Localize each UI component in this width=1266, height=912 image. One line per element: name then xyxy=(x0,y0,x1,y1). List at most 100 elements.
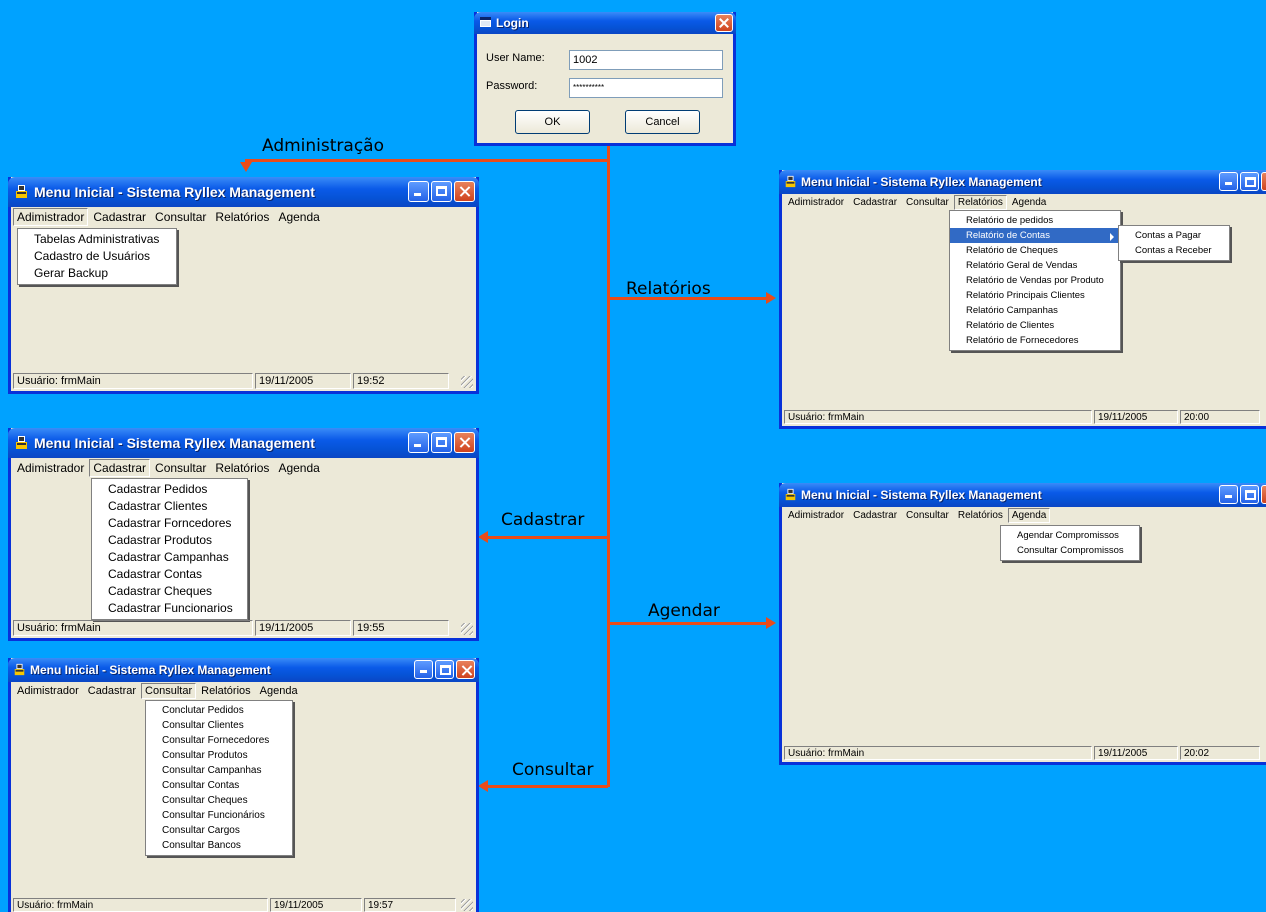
menu-cadastrar[interactable]: Cadastrar xyxy=(84,683,140,699)
menu-relatorios[interactable]: Relatórios xyxy=(197,683,255,699)
menu-cadastrar[interactable]: Cadastrar xyxy=(849,508,901,523)
menu-item[interactable]: Consultar Contas xyxy=(146,778,292,793)
menu-consultar[interactable]: Consultar xyxy=(141,682,197,699)
menu-item[interactable]: Relatório de pedidos xyxy=(950,213,1120,228)
menu-agenda[interactable]: Agenda xyxy=(274,459,323,477)
menu-item[interactable]: Cadastrar Pedidos xyxy=(92,481,247,498)
menu-agenda[interactable]: Agenda xyxy=(1008,195,1050,210)
minimize-icon[interactable] xyxy=(408,181,429,202)
menu-item[interactable]: Cadastrar Contas xyxy=(92,566,247,583)
maximize-icon[interactable] xyxy=(1240,172,1259,191)
menu-item[interactable]: Cadastrar Produtos xyxy=(92,532,247,549)
resize-grip[interactable] xyxy=(461,623,473,635)
status-user: Usuário: frmMain xyxy=(784,746,1092,760)
label-agendar: Agendar xyxy=(648,601,720,621)
menu-item[interactable]: Consultar Cheques xyxy=(146,793,292,808)
menu-item[interactable]: Conclutar Pedidos xyxy=(146,703,292,718)
minimize-icon[interactable] xyxy=(408,432,429,453)
app-icon xyxy=(785,175,796,188)
menu-item[interactable]: Relatório de Clientes xyxy=(950,318,1120,333)
menu-consultar[interactable]: Consultar xyxy=(902,508,953,523)
maximize-icon[interactable] xyxy=(435,660,454,679)
connector-consultar xyxy=(488,785,608,788)
statusbar: Usuário: frmMain 19/11/2005 20:02 xyxy=(784,746,1266,760)
close-icon[interactable] xyxy=(1261,172,1266,191)
menu-item[interactable]: Consultar Campanhas xyxy=(146,763,292,778)
maximize-icon[interactable] xyxy=(1240,485,1259,504)
menu-adimistrador[interactable]: Adimistrador xyxy=(13,683,83,699)
arrow-cadastrar xyxy=(478,531,488,543)
ok-button[interactable]: OK xyxy=(515,110,590,134)
username-field[interactable]: 1002 xyxy=(569,50,723,70)
resize-grip[interactable] xyxy=(461,899,473,911)
menu-relatorios[interactable]: Relatórios xyxy=(954,508,1007,523)
menu-item[interactable]: Relatório de Fornecedores xyxy=(950,333,1120,348)
menu-consultar[interactable]: Consultar xyxy=(151,459,210,477)
menu-item[interactable]: Consultar Clientes xyxy=(146,718,292,733)
menu-adimistrador[interactable]: Adimistrador xyxy=(784,195,848,210)
maximize-icon[interactable] xyxy=(431,432,452,453)
minimize-icon[interactable] xyxy=(1219,485,1238,504)
menu-item[interactable]: Consultar Bancos xyxy=(146,838,292,853)
menu-relatorios[interactable]: Relatórios xyxy=(211,459,273,477)
menu-cadastrar[interactable]: Cadastrar xyxy=(89,208,150,226)
menu-item[interactable]: Cadastrar Clientes xyxy=(92,498,247,515)
menu-item[interactable]: Consultar Fornecedores xyxy=(146,733,292,748)
menu-consultar[interactable]: Consultar xyxy=(151,208,210,226)
app-icon xyxy=(14,663,25,676)
resize-grip[interactable] xyxy=(461,376,473,388)
menu-item[interactable]: Cadastro de Usuários xyxy=(18,248,176,265)
password-field[interactable]: ********** xyxy=(569,78,723,98)
minimize-icon[interactable] xyxy=(414,660,433,679)
menu-item[interactable]: Relatório de Vendas por Produto xyxy=(950,273,1120,288)
close-icon[interactable] xyxy=(715,14,733,32)
menu-adimistrador[interactable]: Adimistrador xyxy=(13,459,88,477)
close-icon[interactable] xyxy=(1261,485,1266,504)
menu-item[interactable]: Consultar Cargos xyxy=(146,823,292,838)
menu-item[interactable]: Consultar Produtos xyxy=(146,748,292,763)
window-admin: Menu Inicial - Sistema Ryllex Management… xyxy=(8,177,479,394)
menu-item[interactable]: Contas a Receber xyxy=(1119,243,1229,258)
menu-item[interactable]: Consultar Funcionários xyxy=(146,808,292,823)
menu-item[interactable]: Cadastrar Cheques xyxy=(92,583,247,600)
menu-cadastrar[interactable]: Cadastrar xyxy=(89,459,151,477)
status-date: 19/11/2005 xyxy=(1094,410,1178,424)
cancel-button[interactable]: Cancel xyxy=(625,110,700,134)
menu-agenda[interactable]: Agenda xyxy=(1007,508,1051,523)
menu-item[interactable]: Cadastrar Campanhas xyxy=(92,549,247,566)
menu-item[interactable]: Agendar Compromissos xyxy=(1001,528,1139,543)
menu-item[interactable]: Relatório de Cheques xyxy=(950,243,1120,258)
menu-item[interactable]: Tabelas Administrativas xyxy=(18,231,176,248)
menu-item[interactable]: Cadastrar Forncedores xyxy=(92,515,247,532)
menu-item[interactable]: Relatório Campanhas xyxy=(950,303,1120,318)
menu-item[interactable]: Gerar Backup xyxy=(18,265,176,282)
status-date: 19/11/2005 xyxy=(270,898,362,912)
menu-item[interactable]: Relatório Principais Clientes xyxy=(950,288,1120,303)
maximize-icon[interactable] xyxy=(431,181,452,202)
status-time: 20:02 xyxy=(1180,746,1260,760)
menu-item-contas[interactable]: Relatório de Contas xyxy=(950,228,1120,243)
menu-agenda[interactable]: Agenda xyxy=(274,208,323,226)
menu-adimistrador[interactable]: Adimistrador xyxy=(13,208,89,226)
menu-item[interactable]: Relatório Geral de Vendas xyxy=(950,258,1120,273)
close-icon[interactable] xyxy=(454,181,475,202)
menubar: Adimistrador Cadastrar Consultar Relatór… xyxy=(11,458,476,478)
window-cadastrar: Menu Inicial - Sistema Ryllex Management… xyxy=(8,428,479,641)
menu-cadastrar[interactable]: Cadastrar xyxy=(849,195,901,210)
minimize-icon[interactable] xyxy=(1219,172,1238,191)
menu-agenda[interactable]: Agenda xyxy=(256,683,302,699)
status-user: Usuário: frmMain xyxy=(13,373,253,389)
login-title: Login xyxy=(496,16,529,30)
menu-consultar[interactable]: Consultar xyxy=(902,195,953,210)
menu-adimistrador[interactable]: Adimistrador xyxy=(784,508,848,523)
contas-submenu: Contas a Pagar Contas a Receber xyxy=(1118,225,1230,261)
menu-relatorios[interactable]: Relatórios xyxy=(953,195,1007,210)
menu-item[interactable]: Consultar Compromissos xyxy=(1001,543,1139,558)
close-icon[interactable] xyxy=(456,660,475,679)
close-icon[interactable] xyxy=(454,432,475,453)
menu-relatorios[interactable]: Relatórios xyxy=(211,208,273,226)
menu-item[interactable]: Contas a Pagar xyxy=(1119,228,1229,243)
menu-item[interactable]: Cadastrar Funcionarios xyxy=(92,600,247,617)
menubar: Adimistrador Cadastrar Consultar Relatór… xyxy=(782,194,1266,211)
admin-dropdown: Tabelas Administrativas Cadastro de Usuá… xyxy=(17,228,177,285)
